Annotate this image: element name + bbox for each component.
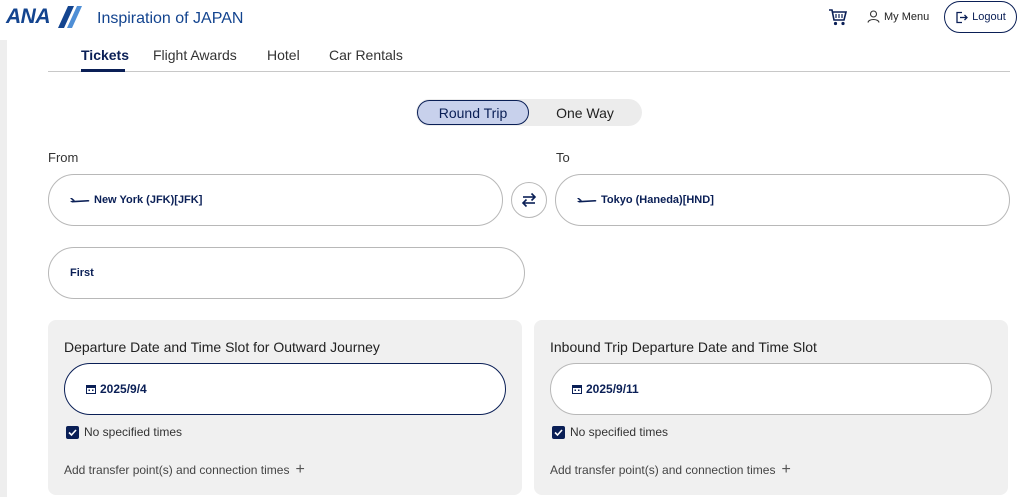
to-field[interactable]: Tokyo (Haneda)[HND]	[555, 174, 1010, 226]
logo-text: ANA	[6, 5, 51, 28]
inbound-add-transfer-label: Add transfer point(s) and connection tim…	[550, 463, 776, 477]
logout-button[interactable]: Logout	[944, 1, 1017, 33]
outward-date-value: 2025/9/4	[100, 382, 147, 396]
left-gutter	[0, 40, 7, 497]
one-way-option[interactable]: One Way	[532, 100, 638, 125]
cabin-class-field[interactable]: First	[48, 247, 525, 299]
site-header: ANA Inspiration of JAPAN My Menu Logout	[0, 0, 1024, 40]
arrival-plane-icon	[577, 198, 597, 203]
booking-tabs: Tickets Flight Awards Hotel Car Rentals	[48, 45, 1010, 72]
to-value: Tokyo (Haneda)[HND]	[601, 194, 714, 206]
cabin-class-value: First	[70, 267, 94, 279]
inbound-date-panel: Inbound Trip Departure Date and Time Slo…	[534, 320, 1008, 495]
plus-icon: +	[295, 461, 305, 478]
inbound-date-input[interactable]: 2025/9/11	[550, 363, 992, 415]
tab-hotel[interactable]: Hotel	[267, 47, 300, 63]
outward-date-input[interactable]: 2025/9/4	[64, 363, 506, 415]
my-menu-label: My Menu	[884, 10, 930, 23]
tab-car-rentals[interactable]: Car Rentals	[329, 47, 403, 63]
calendar-icon	[572, 385, 582, 394]
trip-type-toggle: Round Trip One Way	[416, 99, 642, 126]
from-field[interactable]: New York (JFK)[JFK]	[48, 174, 503, 226]
active-tab-indicator	[81, 69, 125, 72]
departure-plane-icon	[70, 198, 90, 203]
to-label: To	[556, 150, 570, 165]
from-label: From	[48, 150, 79, 165]
outward-add-transfer-button[interactable]: Add transfer point(s) and connection tim…	[64, 461, 305, 478]
my-menu-button[interactable]: My Menu	[867, 10, 929, 23]
inbound-no-times-checkbox[interactable]: No specified times	[552, 425, 668, 439]
inbound-panel-title: Inbound Trip Departure Date and Time Slo…	[550, 339, 817, 355]
inbound-no-times-label: No specified times	[570, 425, 669, 439]
logout-label: Logout	[972, 11, 1006, 23]
plus-icon: +	[781, 461, 791, 478]
inbound-add-transfer-button[interactable]: Add transfer point(s) and connection tim…	[550, 461, 791, 478]
cart-icon[interactable]	[828, 7, 848, 27]
round-trip-option[interactable]: Round Trip	[417, 100, 529, 125]
tab-tickets[interactable]: Tickets	[81, 47, 129, 63]
checkbox-checked-icon	[66, 425, 79, 439]
swap-arrows-icon	[521, 192, 537, 208]
site-tagline: Inspiration of JAPAN	[97, 10, 244, 27]
swap-route-button[interactable]	[511, 182, 547, 218]
tab-flight-awards[interactable]: Flight Awards	[153, 47, 237, 63]
checkbox-checked-icon	[552, 425, 565, 439]
outward-panel-title: Departure Date and Time Slot for Outward…	[64, 339, 380, 355]
logo-stripes-icon	[58, 6, 82, 28]
logout-icon	[956, 11, 969, 23]
outward-no-times-label: No specified times	[84, 425, 183, 439]
user-icon	[867, 10, 880, 23]
outward-add-transfer-label: Add transfer point(s) and connection tim…	[64, 463, 290, 477]
outward-no-times-checkbox[interactable]: No specified times	[66, 425, 182, 439]
calendar-icon	[86, 385, 96, 394]
outward-date-panel: Departure Date and Time Slot for Outward…	[48, 320, 522, 495]
ana-logo[interactable]: ANA	[6, 5, 82, 28]
from-value: New York (JFK)[JFK]	[94, 194, 203, 206]
inbound-date-value: 2025/9/11	[586, 382, 639, 396]
